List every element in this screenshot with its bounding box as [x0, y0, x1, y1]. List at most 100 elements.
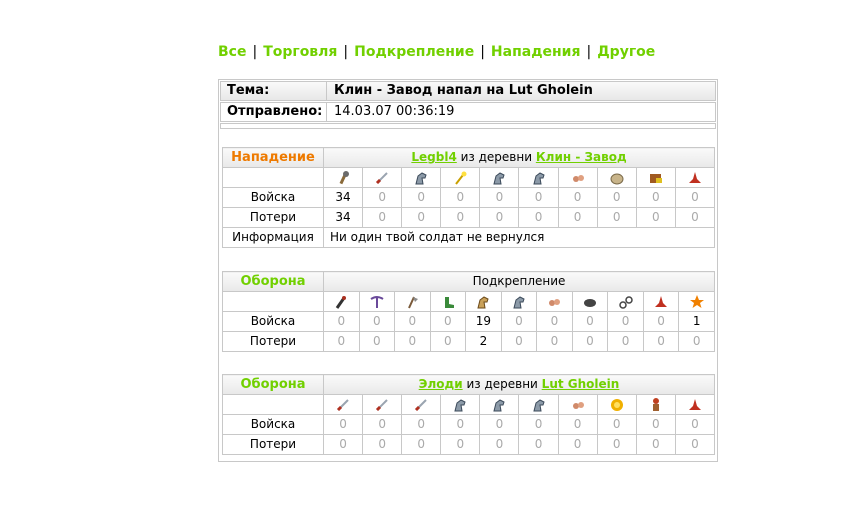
troops-label: Войска: [222, 414, 324, 435]
unit-icon-cell: [479, 167, 520, 188]
wand-icon: [452, 170, 468, 185]
unit-icon-cell: [557, 167, 598, 188]
troop-count: 0: [362, 414, 403, 435]
units-header-blank: [222, 167, 324, 188]
troops-label: Войска: [222, 187, 324, 208]
nav-attacks[interactable]: Нападения: [491, 44, 581, 60]
boot-icon: [440, 294, 456, 308]
unit-icon-cell: [322, 394, 364, 415]
divider: [220, 123, 716, 129]
troop-count: 19: [465, 311, 502, 332]
unit-icon-cell: [678, 291, 715, 312]
horse-icon: [491, 170, 507, 184]
loss-count: 0: [642, 331, 680, 352]
unit-icon-cell: [557, 394, 598, 415]
unit-icon-cell: [642, 291, 680, 312]
loss-count: 0: [607, 331, 644, 352]
nav-trade[interactable]: Торговля: [263, 44, 337, 60]
loss-count: 0: [322, 434, 364, 455]
loss-count: 0: [596, 207, 637, 228]
troop-count: 0: [401, 187, 442, 208]
nav-separator: |: [586, 44, 592, 60]
nav-other[interactable]: Другое: [597, 44, 655, 60]
subject-row: Тема: Клин - Завод напал на Lut Gholein: [220, 81, 716, 101]
nav-separator: |: [252, 44, 258, 60]
defender-village-link[interactable]: Lut Gholein: [542, 377, 620, 391]
loss-count: 0: [536, 331, 573, 352]
sent-row: Отправлено: 14.03.07 00:36:19: [220, 102, 716, 122]
loss-count: 2: [465, 331, 502, 352]
beetle-icon: [570, 170, 586, 184]
unit-icon-cell: [500, 291, 538, 312]
troop-count: 0: [635, 414, 676, 435]
loss-count: 0: [362, 207, 403, 228]
troop-count: 0: [394, 311, 431, 332]
troop-count: 0: [596, 187, 637, 208]
hat-icon: [653, 294, 669, 308]
defender-heading: Элоди из деревни Lut Gholein: [323, 374, 715, 395]
club-icon: [335, 170, 351, 184]
beetle-icon: [546, 294, 562, 308]
attacker-player-link[interactable]: Legbl4: [411, 150, 456, 164]
attacker-heading: Legbl4 из деревни Клин - Завод: [323, 147, 715, 168]
troop-count: 0: [323, 311, 360, 332]
horse-icon: [531, 397, 547, 411]
loss-count: 0: [635, 434, 676, 455]
troop-count: 0: [518, 414, 559, 435]
losses-label: Потери: [222, 434, 324, 455]
unit-icon-cell: [322, 167, 364, 188]
troop-count: 0: [596, 414, 637, 435]
loss-count: 0: [557, 207, 598, 228]
axe-icon: [404, 294, 420, 308]
unit-icon-cell: [440, 394, 481, 415]
loss-count: 0: [518, 434, 559, 455]
hedgehog-icon: [609, 170, 625, 184]
units-header-blank: [222, 394, 324, 415]
sun-icon: [609, 397, 625, 411]
loss-count: 0: [358, 331, 396, 352]
troop-count: 0: [642, 311, 680, 332]
sword-icon: [374, 397, 390, 411]
star-icon: [689, 294, 705, 308]
unit-icon-cell: [607, 291, 644, 312]
hat-icon: [687, 170, 703, 184]
loss-count: 0: [674, 434, 716, 455]
nav-support[interactable]: Подкрепление: [354, 44, 474, 60]
defender-village-table: Оборона Элоди из деревни Lut Gholein Вой…: [222, 374, 716, 455]
unit-icon-cell: [536, 291, 573, 312]
unit-icon-cell: [429, 291, 467, 312]
troop-count: 0: [440, 414, 481, 435]
horse-icon: [452, 397, 468, 411]
troop-count: 1: [678, 311, 715, 332]
defender-player-link[interactable]: Элоди: [419, 377, 463, 391]
sword-icon: [335, 397, 351, 411]
horse-icon: [491, 397, 507, 411]
troop-count: 0: [479, 414, 520, 435]
sent-label: Отправлено:: [221, 103, 327, 121]
info-text: Ни один твой солдат не вернулся: [323, 227, 715, 248]
horse-icon: [531, 170, 547, 184]
unit-icon-cell: [401, 394, 442, 415]
battle-report: Тема: Клин - Завод напал на Lut Gholein …: [218, 79, 718, 462]
subject-label: Тема:: [221, 82, 327, 100]
attacker-village-link[interactable]: Клин - Завод: [536, 150, 627, 164]
unit-icon-cell: [635, 167, 676, 188]
from-village-text: из деревни: [466, 377, 538, 391]
unit-icon-cell: [358, 291, 396, 312]
defender-title: Оборона: [222, 374, 324, 395]
info-label: Информация: [222, 227, 324, 248]
loss-count: 0: [394, 331, 431, 352]
report-subject: Клин - Завод напал на Lut Gholein: [334, 83, 593, 98]
troop-count: 0: [674, 187, 716, 208]
hat-icon: [687, 397, 703, 411]
troop-count: 0: [536, 311, 573, 332]
loss-count: 0: [635, 207, 676, 228]
loss-count: 0: [557, 434, 598, 455]
unit-icon-cell: [394, 291, 431, 312]
nav-separator: |: [480, 44, 485, 60]
nav-all[interactable]: Все: [218, 44, 246, 60]
loss-count: 0: [500, 331, 538, 352]
unit-icon-cell: [440, 167, 481, 188]
horse-icon: [413, 170, 429, 184]
troop-count: 0: [557, 414, 598, 435]
